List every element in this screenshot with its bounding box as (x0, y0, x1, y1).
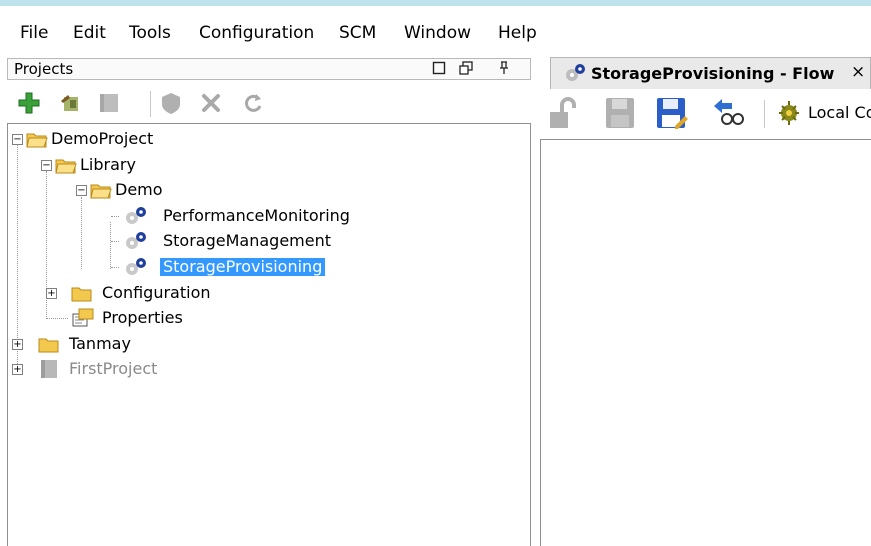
archive-icon[interactable] (95, 89, 123, 117)
expand-icon[interactable]: + (12, 364, 23, 375)
flow-gear-icon (120, 256, 150, 282)
editor-toolbar: Local Co (540, 89, 871, 139)
unlock-icon[interactable] (548, 96, 582, 130)
compare-icon[interactable] (711, 96, 745, 130)
collapse-icon[interactable]: − (76, 185, 87, 196)
properties-icon (71, 308, 95, 332)
menu-file[interactable]: File (20, 23, 48, 43)
toolbar-separator (150, 91, 151, 117)
menu-window[interactable]: Window (404, 23, 471, 43)
shield-icon[interactable] (157, 89, 185, 117)
folder-icon (71, 284, 93, 306)
tree-label: Configuration (102, 283, 211, 302)
menu-scm[interactable]: SCM (339, 23, 376, 43)
tree-label-selected: StorageProvisioning (160, 258, 326, 276)
tree-item-library[interactable]: − Library (8, 154, 308, 176)
flow-gear-icon (120, 230, 150, 256)
projects-panel-title: Projects (14, 60, 74, 78)
tree-label: Properties (102, 308, 183, 327)
expand-icon[interactable]: + (46, 288, 57, 299)
refresh-icon[interactable] (239, 89, 267, 117)
restore-window-icon[interactable] (432, 61, 446, 79)
local-config-label[interactable]: Local Co (808, 104, 871, 122)
tree-label: FirstProject (69, 359, 158, 378)
tree-item-tanmay[interactable]: + Tanmay (8, 333, 308, 355)
menu-help[interactable]: Help (498, 23, 537, 43)
tree-label: StorageManagement (163, 231, 331, 250)
add-icon[interactable] (15, 89, 43, 117)
tab-storageprovisioning-flow[interactable]: StorageProvisioning - Flow × (550, 57, 871, 89)
tree-item-configuration[interactable]: + Configuration (8, 282, 308, 304)
projects-toolbar (7, 84, 531, 122)
editor-canvas[interactable] (540, 139, 871, 546)
tree-item-demoproject[interactable]: − DemoProject (8, 128, 308, 150)
save-as-icon[interactable] (655, 96, 689, 130)
tree-label: Tanmay (69, 334, 131, 353)
project-tree[interactable]: − DemoProject − Library − Demo Performan… (7, 123, 531, 546)
open-folder-icon (26, 130, 48, 152)
open-folder-icon (55, 156, 77, 178)
tree-label: Demo (115, 180, 163, 199)
tree-label: DemoProject (51, 129, 154, 148)
tree-label: Library (80, 155, 136, 174)
tree-item-performancemonitoring[interactable]: PerformanceMonitoring (8, 205, 368, 227)
collapse-icon[interactable]: − (12, 134, 23, 145)
flow-gear-icon (120, 205, 150, 231)
closed-project-icon (38, 359, 60, 383)
import-icon[interactable] (57, 89, 85, 117)
folder-icon (38, 335, 60, 357)
menu-edit[interactable]: Edit (73, 23, 106, 43)
tree-item-storageprovisioning[interactable]: StorageProvisioning (8, 256, 368, 278)
menu-bar: File Edit Tools Configuration SCM Window… (0, 6, 871, 54)
close-icon[interactable]: × (851, 63, 865, 82)
tree-item-demo[interactable]: − Demo (8, 179, 308, 201)
tree-item-storagemanagement[interactable]: StorageManagement (8, 230, 368, 252)
float-window-icon[interactable] (459, 61, 473, 79)
tree-item-firstproject[interactable]: + FirstProject (8, 358, 308, 380)
pin-icon[interactable] (498, 61, 510, 79)
menu-tools[interactable]: Tools (129, 23, 171, 43)
delete-icon[interactable] (197, 89, 225, 117)
tab-title: StorageProvisioning - Flow (591, 64, 835, 83)
tree-label: PerformanceMonitoring (163, 206, 350, 225)
save-icon[interactable] (604, 96, 638, 130)
tree-item-properties[interactable]: Properties (8, 307, 308, 329)
expand-icon[interactable]: + (12, 339, 23, 350)
flow-gear-icon (561, 61, 589, 89)
open-folder-icon (90, 181, 112, 203)
collapse-icon[interactable]: − (41, 160, 52, 171)
menu-configuration[interactable]: Configuration (199, 23, 314, 43)
projects-panel-header: Projects (7, 58, 531, 80)
local-icon[interactable] (776, 96, 810, 130)
toolbar-separator (764, 100, 765, 128)
